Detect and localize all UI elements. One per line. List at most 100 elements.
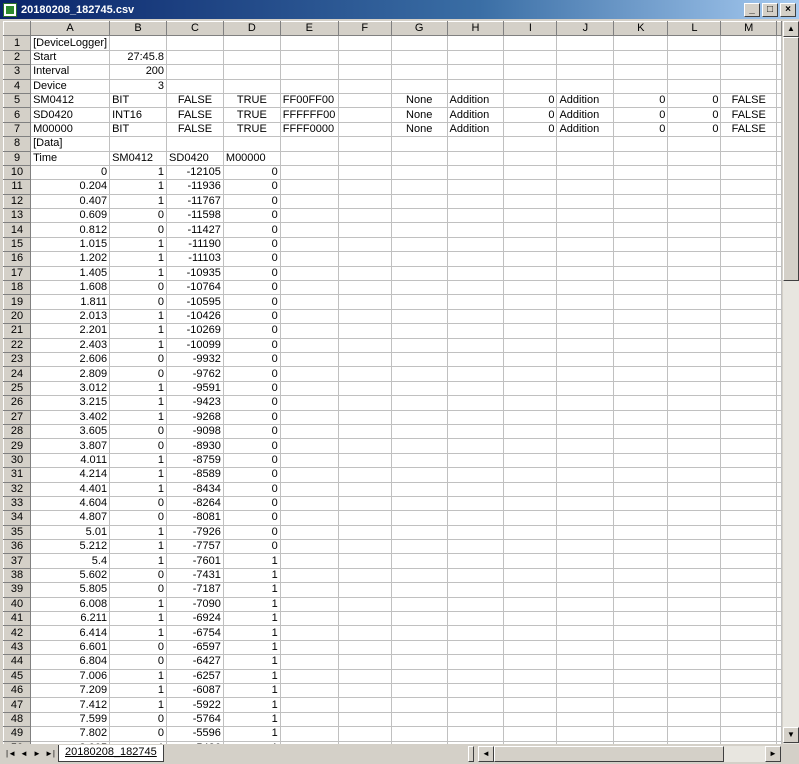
cell[interactable]	[447, 280, 505, 296]
cell[interactable]: -11103	[166, 251, 224, 267]
cell[interactable]	[447, 222, 505, 238]
cell[interactable]	[720, 467, 777, 483]
cell[interactable]: 4.011	[30, 453, 111, 469]
cell[interactable]: 2.809	[30, 366, 111, 382]
cell[interactable]: 1	[109, 525, 168, 541]
cell[interactable]	[338, 222, 392, 238]
cell[interactable]: INT16	[109, 107, 168, 123]
cell[interactable]	[720, 597, 777, 613]
column-header[interactable]: J	[556, 21, 615, 37]
cell[interactable]	[338, 165, 392, 181]
cell[interactable]	[503, 597, 558, 613]
row-header[interactable]: 10	[3, 164, 32, 181]
cell[interactable]	[280, 179, 339, 195]
cell[interactable]	[447, 510, 505, 526]
cell[interactable]: -7757	[166, 539, 224, 555]
cell[interactable]	[667, 683, 722, 699]
cell[interactable]: 0	[109, 496, 168, 512]
cell[interactable]	[391, 35, 448, 51]
cell[interactable]	[667, 35, 722, 51]
cell[interactable]	[776, 222, 782, 238]
cell[interactable]	[280, 366, 339, 382]
cell[interactable]	[556, 64, 615, 80]
cell[interactable]	[667, 323, 722, 339]
cell[interactable]	[280, 597, 339, 613]
cell[interactable]	[503, 222, 558, 238]
cell[interactable]	[447, 323, 505, 339]
cell[interactable]	[447, 611, 505, 627]
cell[interactable]: 1	[109, 395, 168, 411]
cell[interactable]	[776, 410, 782, 425]
cell[interactable]: -7926	[166, 525, 224, 541]
cell[interactable]	[280, 338, 339, 353]
row-header[interactable]: 34	[3, 510, 32, 526]
cell[interactable]	[776, 309, 782, 325]
cell[interactable]	[280, 669, 339, 684]
cell[interactable]	[447, 79, 505, 94]
cell[interactable]: 1	[223, 654, 281, 670]
cell[interactable]	[391, 251, 448, 267]
cell[interactable]: FF00FF00	[280, 93, 339, 109]
cell[interactable]: 0	[223, 438, 281, 454]
cell[interactable]	[391, 438, 448, 454]
cell[interactable]	[447, 64, 505, 80]
column-header[interactable]: G	[390, 21, 448, 37]
cell[interactable]	[613, 453, 669, 469]
cell[interactable]: 0	[109, 712, 168, 728]
cell[interactable]	[556, 194, 615, 210]
cell[interactable]	[556, 467, 615, 483]
cell[interactable]	[338, 266, 392, 282]
cell[interactable]	[720, 151, 777, 166]
cell[interactable]	[503, 208, 558, 224]
cell[interactable]: Addition	[556, 122, 615, 138]
cell[interactable]	[447, 438, 505, 454]
cell[interactable]	[556, 251, 615, 267]
cell[interactable]	[667, 640, 722, 656]
cell[interactable]	[280, 726, 339, 742]
cell[interactable]: 0	[223, 338, 281, 353]
cell[interactable]	[280, 553, 339, 569]
column-header[interactable]: C	[166, 21, 224, 37]
cell[interactable]: [DeviceLogger]	[30, 35, 111, 51]
cell[interactable]: SD0420	[166, 151, 224, 166]
scroll-left-button[interactable]: ◄	[478, 746, 494, 762]
cell[interactable]	[613, 625, 669, 641]
cell[interactable]	[391, 496, 448, 512]
row-header[interactable]: 44	[3, 654, 32, 670]
cell[interactable]	[613, 582, 669, 598]
cell[interactable]	[338, 697, 392, 713]
cell[interactable]	[776, 438, 782, 454]
cell[interactable]	[556, 438, 615, 454]
cell[interactable]	[280, 194, 339, 210]
cell[interactable]	[667, 712, 722, 728]
sheet-tab[interactable]: 20180208_182745	[58, 745, 164, 762]
cell[interactable]: 0	[223, 266, 281, 282]
cell[interactable]	[667, 179, 722, 195]
cell[interactable]: -6087	[166, 683, 224, 699]
cell[interactable]	[667, 266, 722, 282]
column-header[interactable]: K	[613, 21, 669, 37]
cell[interactable]: 4.401	[30, 482, 111, 497]
cell[interactable]: 0	[109, 424, 168, 440]
cell[interactable]	[223, 50, 281, 66]
cell[interactable]: -5596	[166, 726, 224, 742]
cell[interactable]	[503, 35, 558, 51]
cell[interactable]	[556, 323, 615, 339]
cell[interactable]	[503, 438, 558, 454]
cell[interactable]: -9591	[166, 381, 224, 397]
cell[interactable]	[556, 553, 615, 569]
cell[interactable]	[280, 539, 339, 555]
row-header[interactable]: 14	[3, 222, 32, 238]
cell[interactable]	[613, 410, 669, 425]
cell[interactable]	[447, 35, 505, 51]
cell[interactable]	[720, 553, 777, 569]
cell[interactable]	[776, 697, 782, 713]
cell[interactable]	[556, 683, 615, 699]
cell[interactable]	[447, 553, 505, 569]
cell[interactable]: 4.214	[30, 467, 111, 483]
cell[interactable]	[280, 222, 339, 238]
cell[interactable]: 0	[223, 222, 281, 238]
cell[interactable]	[447, 309, 505, 325]
cell[interactable]	[391, 352, 448, 368]
cell[interactable]: -8264	[166, 496, 224, 512]
